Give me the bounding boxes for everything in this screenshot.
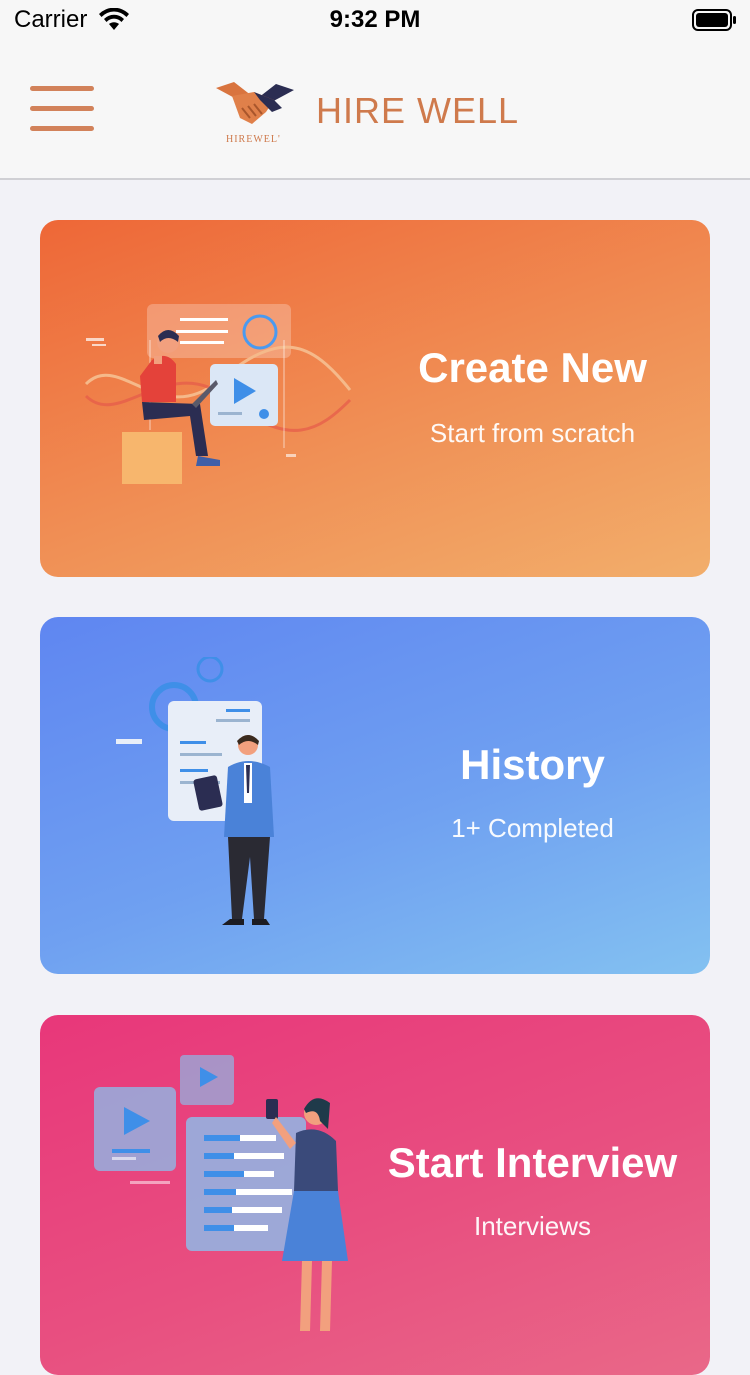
start-interview-card[interactable]: Start Interview Interviews	[40, 1015, 710, 1375]
menu-line	[30, 106, 94, 111]
start-interview-subtitle: Interviews	[473, 1211, 592, 1241]
app-title: HIRE WELL	[316, 90, 520, 131]
history-title: History	[460, 741, 605, 788]
create-new-card[interactable]: Create New Start from scratch	[40, 220, 710, 577]
history-illustration	[116, 657, 274, 925]
start-interview-illustration	[94, 1055, 348, 1331]
status-bar: Carrier 9:32 PM	[0, 0, 750, 40]
logo-text: HIREWEL'	[226, 134, 281, 145]
create-new-subtitle: Start from scratch	[429, 418, 636, 448]
clock: 9:32 PM	[329, 6, 421, 33]
hamburger-menu-button[interactable]	[30, 86, 94, 134]
history-subtitle: 1+ Completed	[451, 813, 614, 843]
nav-header: HIREWEL' HIRE WELL	[0, 40, 750, 180]
handshake-logo-icon: HIREWEL'	[216, 82, 294, 145]
create-new-illustration	[84, 304, 352, 484]
history-card[interactable]: History 1+ Completed	[40, 617, 710, 974]
start-interview-title: Start Interview	[387, 1139, 678, 1186]
create-new-title: Create New	[418, 344, 647, 391]
menu-line	[30, 86, 94, 91]
menu-line	[30, 126, 94, 131]
battery-icon	[692, 9, 736, 31]
